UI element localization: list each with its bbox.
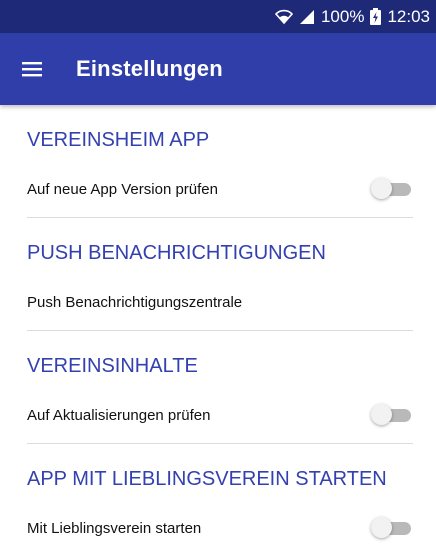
battery-percent: 100% — [320, 6, 365, 26]
wifi-icon — [274, 9, 293, 25]
section-header-push: PUSH BENACHRICHTIGUNGEN — [27, 242, 326, 264]
clock: 12:03 — [387, 6, 430, 26]
pref-label: Auf Aktualisierungen prüfen — [27, 406, 211, 424]
settings-screen: 100% 12:03 Einstellungen VEREINSHEIM APP… — [0, 0, 436, 546]
pref-push-center[interactable]: Push Benachrichtigungszentrale — [0, 274, 436, 330]
toggle-switch[interactable] — [371, 516, 413, 540]
menu-icon[interactable] — [0, 33, 64, 105]
pref-start-favorite-club[interactable]: Mit Lieblingsverein starten — [0, 500, 436, 546]
section-header-vereinsinhalte: VEREINSINHALTE — [27, 355, 198, 377]
battery-icon — [370, 8, 382, 25]
page-title: Einstellungen — [76, 56, 223, 81]
section-header-lieblingsverein: APP MIT LIEBLINGSVEREIN STARTEN — [27, 468, 387, 490]
pref-check-updates[interactable]: Auf Aktualisierungen prüfen — [0, 387, 436, 443]
settings-list: VEREINSHEIM APP Auf neue App Version prü… — [0, 105, 436, 546]
pref-label: Auf neue App Version prüfen — [27, 180, 218, 198]
pref-label: Push Benachrichtigungszentrale — [27, 293, 243, 311]
toggle-switch[interactable] — [371, 177, 413, 201]
section-header-vereinsheim-app: VEREINSHEIM APP — [27, 129, 210, 151]
signal-icon — [299, 9, 315, 25]
pref-label: Mit Lieblingsverein starten — [27, 519, 202, 537]
pref-check-app-version[interactable]: Auf neue App Version prüfen — [0, 161, 436, 217]
app-toolbar: Einstellungen — [0, 33, 436, 105]
toggle-switch[interactable] — [371, 403, 413, 427]
status-bar: 100% 12:03 — [0, 0, 436, 33]
